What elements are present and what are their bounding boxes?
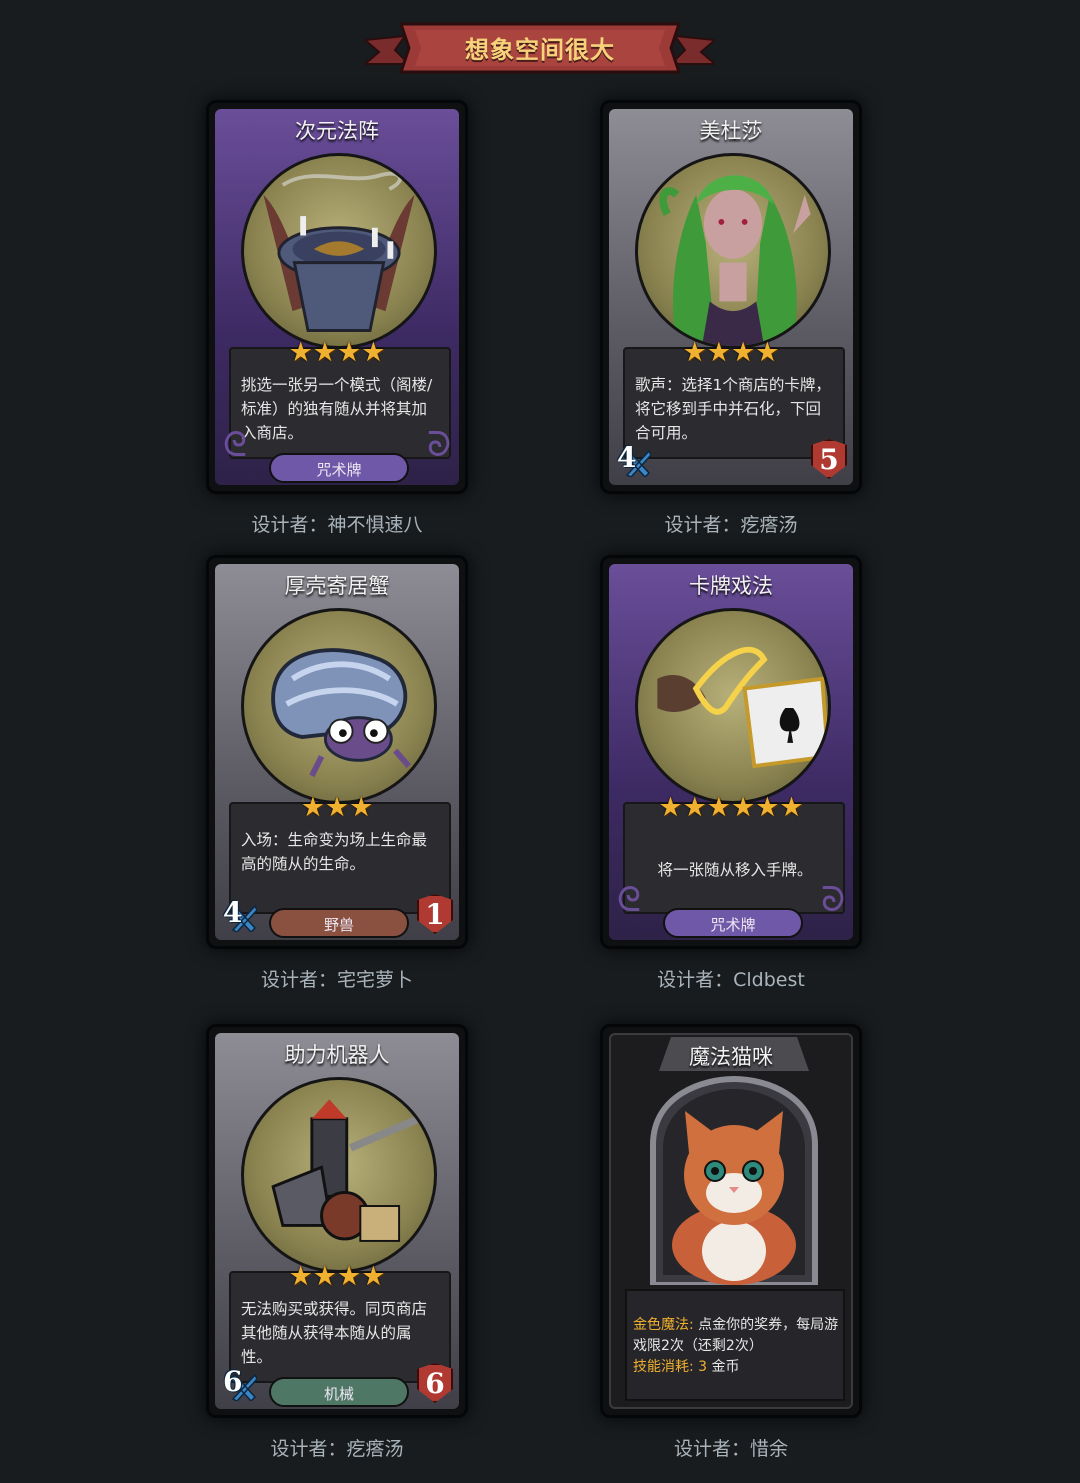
tier-stars: ★★★★ bbox=[682, 337, 780, 368]
attack-stat: 4 bbox=[617, 441, 651, 479]
portrait-card-trick bbox=[635, 608, 831, 804]
card-name: 美杜莎 bbox=[699, 119, 763, 143]
swirl-ornament-left: ᘓ bbox=[617, 880, 641, 920]
designer-credit: 设计者：宅宅萝卜 bbox=[260, 969, 413, 991]
cost-value: 3 bbox=[698, 1359, 708, 1375]
portrait-booster-bot bbox=[241, 1077, 437, 1273]
tier-stars: ★★★★★★ bbox=[658, 792, 804, 823]
tier-stars: ★★★★ bbox=[288, 337, 386, 368]
card-description: 将一张随从移入手牌。 bbox=[657, 861, 813, 879]
swirl-ornament-left: ᘓ bbox=[223, 425, 247, 465]
card-description: 歌声：选择1个商店的卡牌，将它移到手中并石化，下回合可用。 bbox=[635, 376, 831, 442]
card-name: 次元法阵 bbox=[295, 119, 379, 143]
designer-credit: 设计者：疙瘩汤 bbox=[664, 514, 798, 536]
attack-stat: 4 bbox=[223, 896, 257, 934]
skill-description: 金色魔法: 点金你的奖券，每局游戏限2次（还剩2次） 技能消耗: 3 金币 bbox=[633, 1315, 843, 1378]
card-description: 无法购买或获得。同页商店其他随从获得本随从的属性。 bbox=[241, 1300, 428, 1366]
swirl-ornament-right: ᘐ bbox=[821, 880, 845, 920]
type-tag: 咒术牌 bbox=[269, 453, 409, 483]
designer-credit: 设计者：疙瘩汤 bbox=[270, 1438, 404, 1460]
card-body: 次元法阵 ★★★★ 挑选一张另一个模式（阁楼/标准）的独有随从并将其加入商店。 … bbox=[206, 100, 468, 494]
portrait-magic-cat bbox=[643, 1075, 825, 1288]
tier-stars: ★★★ bbox=[300, 792, 374, 823]
banner-title: 想象空间很大 bbox=[465, 36, 615, 64]
card-description: 挑选一张另一个模式（阁楼/标准）的独有随从并将其加入商店。 bbox=[241, 376, 433, 442]
swirl-ornament-right: ᘐ bbox=[427, 425, 451, 465]
card-body: 魔法猫咪 金色魔法: 点金你的奖券，每局游戏限2次（还剩2次） 技能消耗: 3 … bbox=[600, 1024, 862, 1418]
card-body: 卡牌戏法 ★★★★★★ 将一张随从移入手牌。 ᘓ ᘐ 咒术牌 bbox=[600, 555, 862, 949]
cost-unit: 金币 bbox=[711, 1359, 740, 1375]
card-body: 助力机器人 ★★★★ 无法购买或获得。同页商店其他随从获得本随从的属性。 机械 … bbox=[206, 1024, 468, 1418]
tier-stars: ★★★★ bbox=[288, 1261, 386, 1292]
card-name: 魔法猫咪 bbox=[689, 1045, 773, 1069]
designer-credit: 设计者：神不惧速八 bbox=[251, 514, 423, 536]
designer-credit: 设计者：Cldbest bbox=[657, 969, 805, 991]
type-tag: 咒术牌 bbox=[663, 908, 803, 938]
attack-stat: 6 bbox=[223, 1365, 257, 1403]
card-description: 入场：生命变为场上生命最高的随从的生命。 bbox=[241, 831, 428, 873]
type-tag: 野兽 bbox=[269, 908, 409, 938]
skill-label: 金色魔法: bbox=[633, 1317, 694, 1333]
card-name: 厚壳寄居蟹 bbox=[284, 574, 390, 598]
type-tag: 机械 bbox=[269, 1377, 409, 1407]
portrait-hermit-crab bbox=[241, 608, 437, 804]
card-name: 助力机器人 bbox=[284, 1043, 390, 1067]
card-body: 厚壳寄居蟹 ★★★ 入场：生命变为场上生命最高的随从的生命。 野兽 4 1 bbox=[206, 555, 468, 949]
designer-credit: 设计者：惜余 bbox=[673, 1438, 788, 1460]
portrait-magic-circle bbox=[241, 153, 437, 349]
cost-label: 技能消耗: bbox=[633, 1359, 694, 1375]
card-name: 卡牌戏法 bbox=[689, 574, 773, 598]
title-banner: 想象空间很大 bbox=[365, 18, 715, 78]
portrait-medusa bbox=[635, 153, 831, 349]
card-body: 美杜莎 ★★★★ 歌声：选择1个商店的卡牌，将它移到手中并石化，下回合可用。 4… bbox=[600, 100, 862, 494]
attack-value: 4 bbox=[617, 441, 637, 474]
attack-value: 6 bbox=[223, 1365, 243, 1398]
attack-value: 4 bbox=[223, 896, 243, 929]
